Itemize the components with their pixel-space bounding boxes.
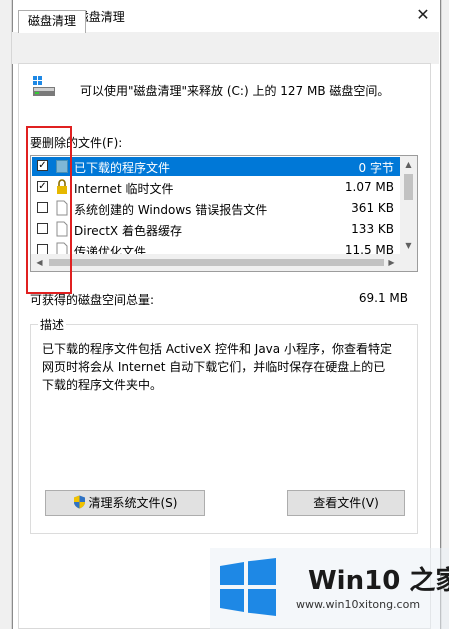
clean-system-files-button[interactable]: 清理系统文件(S) xyxy=(45,490,205,516)
file-size: 0 字节 xyxy=(358,161,394,175)
background-window-right-edge xyxy=(441,0,449,629)
tab-disk-cleanup[interactable]: 磁盘清理 xyxy=(18,10,87,33)
scroll-up-icon[interactable]: ▲ xyxy=(400,156,417,173)
file-list[interactable]: ✓ 已下载的程序文件 0 字节 ✓ Internet 临时文件 1.07 MB … xyxy=(30,155,418,272)
clean-system-files-label: 清理系统文件(S) xyxy=(88,496,178,510)
vertical-scrollbar[interactable]: ▲ ▼ xyxy=(400,156,417,254)
file-name: 系统创建的 Windows 错误报告文件 xyxy=(74,203,268,217)
highlight-box xyxy=(26,126,72,294)
vertical-scroll-thumb[interactable] xyxy=(404,174,413,200)
file-name: 已下载的程序文件 xyxy=(74,161,171,175)
description-text: 已下载的程序文件包括 ActiveX 控件和 Java 小程序，你查看特定网页时… xyxy=(42,342,392,392)
list-item[interactable]: ✓ Internet 临时文件 1.07 MB xyxy=(32,178,400,197)
description-legend: 描述 xyxy=(38,316,67,333)
total-space-value: 69.1 MB xyxy=(358,291,408,305)
view-files-button[interactable]: 查看文件(V) xyxy=(287,490,405,516)
file-size: 1.07 MB xyxy=(344,180,394,194)
watermark-title: Win10 之家 xyxy=(308,566,449,596)
scroll-right-icon[interactable]: ▶ xyxy=(383,254,400,271)
uac-shield-icon xyxy=(73,495,85,509)
list-item[interactable]: DirectX 着色器缓存 133 KB xyxy=(32,220,400,239)
windows-logo-icon xyxy=(220,558,276,616)
summary-text: 可以使用"磁盘清理"来释放 (C:) 上的 127 MB 磁盘空间。 xyxy=(80,84,390,98)
list-item[interactable]: ✓ 已下载的程序文件 0 字节 xyxy=(32,157,400,176)
file-size: 361 KB xyxy=(351,201,394,215)
background-window-left-edge xyxy=(0,0,12,629)
watermark-url: www.win10xitong.com xyxy=(296,598,421,611)
list-item[interactable]: 系统创建的 Windows 错误报告文件 361 KB xyxy=(32,199,400,218)
horizontal-scroll-thumb[interactable] xyxy=(49,259,384,266)
file-name: DirectX 着色器缓存 xyxy=(74,224,182,238)
tab-strip xyxy=(12,32,439,64)
file-name: Internet 临时文件 xyxy=(74,182,174,196)
horizontal-scrollbar[interactable]: ◀ ▶ xyxy=(31,254,417,271)
close-button[interactable]: ✕ xyxy=(408,0,438,30)
disk-cleanup-icon xyxy=(33,76,55,96)
file-size: 133 KB xyxy=(351,222,394,236)
scrollbar-corner xyxy=(400,254,417,271)
scroll-down-icon[interactable]: ▼ xyxy=(400,237,417,254)
